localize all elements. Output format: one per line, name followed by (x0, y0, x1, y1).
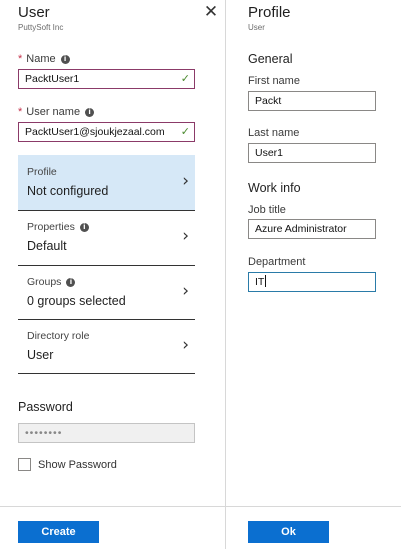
nav-label: Directory role (27, 330, 90, 342)
general-heading: General (248, 52, 293, 66)
name-label: * Name i (18, 53, 70, 65)
profile-blade: Profile User General First name Packt La… (226, 0, 401, 549)
blade-subtitle: PuttySoft Inc (18, 23, 64, 32)
job-title-input[interactable]: Azure Administrator (248, 219, 376, 239)
work-info-heading: Work info (248, 181, 301, 195)
first-name-input[interactable]: Packt (248, 91, 376, 111)
divider (18, 373, 195, 374)
profile-nav-row[interactable]: Profile Not configured › (18, 155, 195, 210)
first-name-label: First name (248, 75, 300, 87)
create-button[interactable]: Create (18, 521, 99, 543)
password-field: •••••••• (18, 423, 195, 443)
nav-label: Profile (27, 166, 57, 178)
chevron-right-icon: › (182, 335, 189, 355)
last-name-label: Last name (248, 127, 300, 139)
nav-label: Groups i (27, 276, 76, 288)
show-password-label: Show Password (38, 459, 117, 471)
blade-title: User (18, 4, 50, 21)
chevron-right-icon: › (182, 226, 189, 246)
department-input[interactable]: IT (248, 272, 376, 292)
ok-button[interactable]: Ok (248, 521, 329, 543)
user-blade: User PuttySoft Inc ✕ * Name i PacktUser1 ✓… (0, 0, 225, 549)
show-password-checkbox[interactable] (18, 458, 31, 471)
nav-label: Properties i (27, 221, 89, 233)
nav-value: User (27, 348, 54, 362)
checkmark-icon: ✓ (180, 125, 190, 138)
chevron-right-icon: › (182, 281, 189, 301)
blade-title: Profile (248, 4, 291, 21)
nav-value: 0 groups selected (27, 294, 126, 308)
blade-subtitle: User (248, 23, 265, 32)
required-marker: * (18, 53, 23, 65)
chevron-right-icon: › (182, 171, 189, 191)
department-label: Department (248, 256, 306, 268)
info-icon: i (66, 278, 76, 287)
nav-value: Default (27, 239, 67, 253)
checkmark-icon: ✓ (180, 72, 190, 85)
footer-divider (0, 506, 401, 507)
nav-value: Not configured (27, 184, 109, 198)
job-title-label: Job title (248, 204, 286, 216)
info-icon: i (60, 55, 70, 64)
last-name-input[interactable]: User1 (248, 143, 376, 163)
info-icon: i (79, 223, 89, 232)
user-name-input[interactable]: PacktUser1@sjoukjezaal.com ✓ (18, 122, 195, 142)
name-input[interactable]: PacktUser1 ✓ (18, 69, 195, 89)
info-icon: i (85, 108, 95, 117)
directory-role-nav-row[interactable]: Directory role User › (18, 319, 195, 374)
close-icon[interactable]: ✕ (203, 3, 219, 20)
properties-nav-row[interactable]: Properties i Default › (18, 210, 195, 265)
required-marker: * (18, 106, 23, 118)
user-name-label: * User name i (18, 106, 95, 118)
groups-nav-row[interactable]: Groups i 0 groups selected › (18, 265, 195, 320)
text-cursor (265, 275, 267, 287)
password-label: Password (18, 400, 73, 414)
